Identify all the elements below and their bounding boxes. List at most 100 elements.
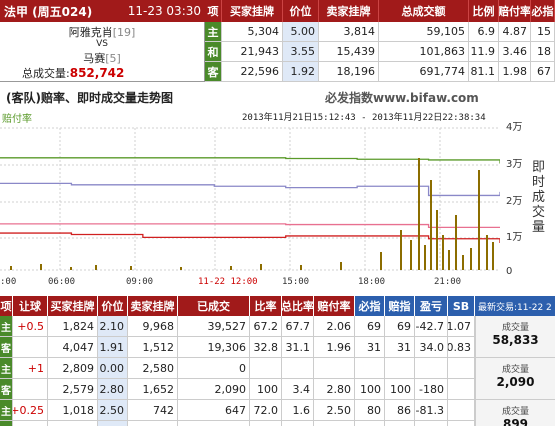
bottom-row-cell: 0.83 — [448, 337, 475, 358]
bottom-header-cell: 必指 — [355, 296, 385, 316]
bottom-row-cell: 1.63 — [314, 421, 355, 426]
volume-bar — [260, 264, 262, 270]
x-axis-tick-label: :00 — [0, 277, 17, 287]
bottom-row-cell: +0.25 — [13, 400, 48, 421]
top-row-cell: 3.55 — [283, 42, 319, 62]
bottom-row-cell: 0.4 — [282, 421, 314, 426]
bottom-row-cell: 100 — [250, 379, 282, 400]
top-header-cell: 必指 — [531, 0, 555, 22]
bottom-row-cell: 主 — [0, 400, 13, 421]
bottom-row-cell: 客 — [0, 421, 13, 426]
volume-bar — [380, 252, 382, 270]
volume-box: 成交量 2,090 — [475, 358, 555, 400]
total-volume-value: 852,742 — [69, 66, 125, 80]
bottom-row-cell: 2,580 — [128, 358, 178, 379]
volume-label: 成交量 — [501, 407, 529, 417]
top-header-cell: 总成交额 — [379, 0, 469, 22]
series-line-pink — [0, 223, 500, 229]
bottom-row-cell: 252 — [178, 421, 250, 426]
match-info: 阿雅克肖[19] VS 马赛[5] 总成交量:852,742 — [0, 22, 205, 82]
bottom-row-cell: -81.3 — [415, 400, 448, 421]
bottom-row-cell — [448, 379, 475, 400]
bottom-row-cell: 2.80 — [314, 379, 355, 400]
volume-bar — [400, 230, 402, 270]
bottom-row-cell: 2,579 — [48, 379, 98, 400]
y-axis-tick-label: 4万 — [506, 122, 523, 133]
volume-bar — [300, 265, 302, 270]
volume-bar — [95, 265, 97, 270]
bottom-row-cell: 2.80 — [98, 379, 128, 400]
bottom-row-cell: 1,512 — [128, 337, 178, 358]
match-header: 法甲 (周五024) 11-23 03:30 — [0, 0, 205, 22]
top-header-cell: 买家挂牌 — [222, 0, 283, 22]
top-header-cell: 比例 — [469, 0, 499, 22]
volume-bar — [470, 248, 472, 270]
volume-bar — [130, 266, 132, 270]
bottom-row-cell: 34.0 — [415, 337, 448, 358]
bottom-row-cell — [448, 400, 475, 421]
volume-value: 58,833 — [492, 333, 539, 347]
bottom-row-cell — [448, 358, 475, 379]
bottom-row-cell — [385, 358, 415, 379]
bottom-row-cell — [13, 379, 48, 400]
bottom-row-cell: 39,527 — [178, 316, 250, 337]
bottom-header-cell: 买家挂牌 — [48, 296, 98, 316]
bottom-row-cell: 31.1 — [282, 337, 314, 358]
bottom-header-cell: 项 — [0, 296, 13, 316]
volume-bar — [70, 267, 72, 270]
y-axis-tick-label: 1万 — [506, 232, 523, 243]
top-row-cell: 691,774 — [379, 62, 469, 82]
bottom-row-cell: +0.5 — [13, 316, 48, 337]
top-row-cell: 18 — [531, 42, 555, 62]
bottom-row-cell: 1,018 — [48, 400, 98, 421]
bottom-row-cell — [415, 358, 448, 379]
bottom-row-cell — [314, 358, 355, 379]
x-axis-tick-label: 09:00 — [126, 277, 154, 287]
bottom-row-cell — [448, 421, 475, 426]
bottom-row-cell: 2.10 — [98, 316, 128, 337]
volume-bar — [442, 235, 444, 270]
volume-box: 成交量 58,833 — [475, 316, 555, 358]
bottom-row-cell: 客 — [0, 379, 13, 400]
bottom-row-cell: 主 — [0, 316, 13, 337]
bottom-row-cell — [13, 421, 48, 426]
top-row-cell: 18,196 — [319, 62, 379, 82]
bottom-row-cell: 2,809 — [48, 358, 98, 379]
top-row-cell: 15 — [531, 22, 555, 42]
away-team: 马赛 — [83, 52, 106, 65]
y-axis-tick-label: 0 — [506, 266, 513, 277]
bottom-row-cell: 1.96 — [314, 337, 355, 358]
volume-label: 成交量 — [501, 365, 529, 375]
volume-bar — [424, 245, 426, 270]
bottom-row-cell: 32.8 — [250, 337, 282, 358]
bottom-row-cell: 3,485 — [128, 421, 178, 426]
top-row-cell: 22,596 — [222, 62, 283, 82]
bottom-row-cell: 69 — [385, 316, 415, 337]
x-axis-tick-label: 15:00 — [282, 277, 310, 287]
bottom-header-cell: 比率 — [250, 296, 282, 316]
bottom-row-cell: 1.07 — [448, 316, 475, 337]
volume-bar — [436, 210, 438, 270]
top-row-cell: 3,814 — [319, 22, 379, 42]
bottom-header-cell: 让球 — [13, 296, 48, 316]
away-rank: [5] — [105, 52, 121, 65]
bottom-row-cell: 742 — [128, 400, 178, 421]
bottom-header-cell: 总比率 — [282, 296, 314, 316]
top-row-cell: 客 — [205, 62, 222, 82]
top-header-cell: 卖家挂牌 — [319, 0, 379, 22]
bottom-header-cell: 已成交 — [178, 296, 250, 316]
chart-plot — [0, 120, 500, 275]
bottom-row-cell: 67.2 — [250, 316, 282, 337]
volume-bar — [10, 266, 12, 270]
bottom-row-cell: 0 — [178, 358, 250, 379]
x-axis-tick-label: 18:00 — [358, 277, 386, 287]
volume-bar — [180, 267, 182, 270]
bottom-row-cell: 2.50 — [314, 400, 355, 421]
bottom-row-cell: 3.4 — [282, 379, 314, 400]
series-line-green — [0, 157, 500, 164]
x-axis-tick-label: 21:00 — [434, 277, 462, 287]
bottom-header-cell: 价位 — [98, 296, 128, 316]
bottom-row-cell: 1.6 — [282, 400, 314, 421]
vs-label: VS — [96, 39, 108, 49]
home-rank: [19] — [112, 26, 136, 39]
